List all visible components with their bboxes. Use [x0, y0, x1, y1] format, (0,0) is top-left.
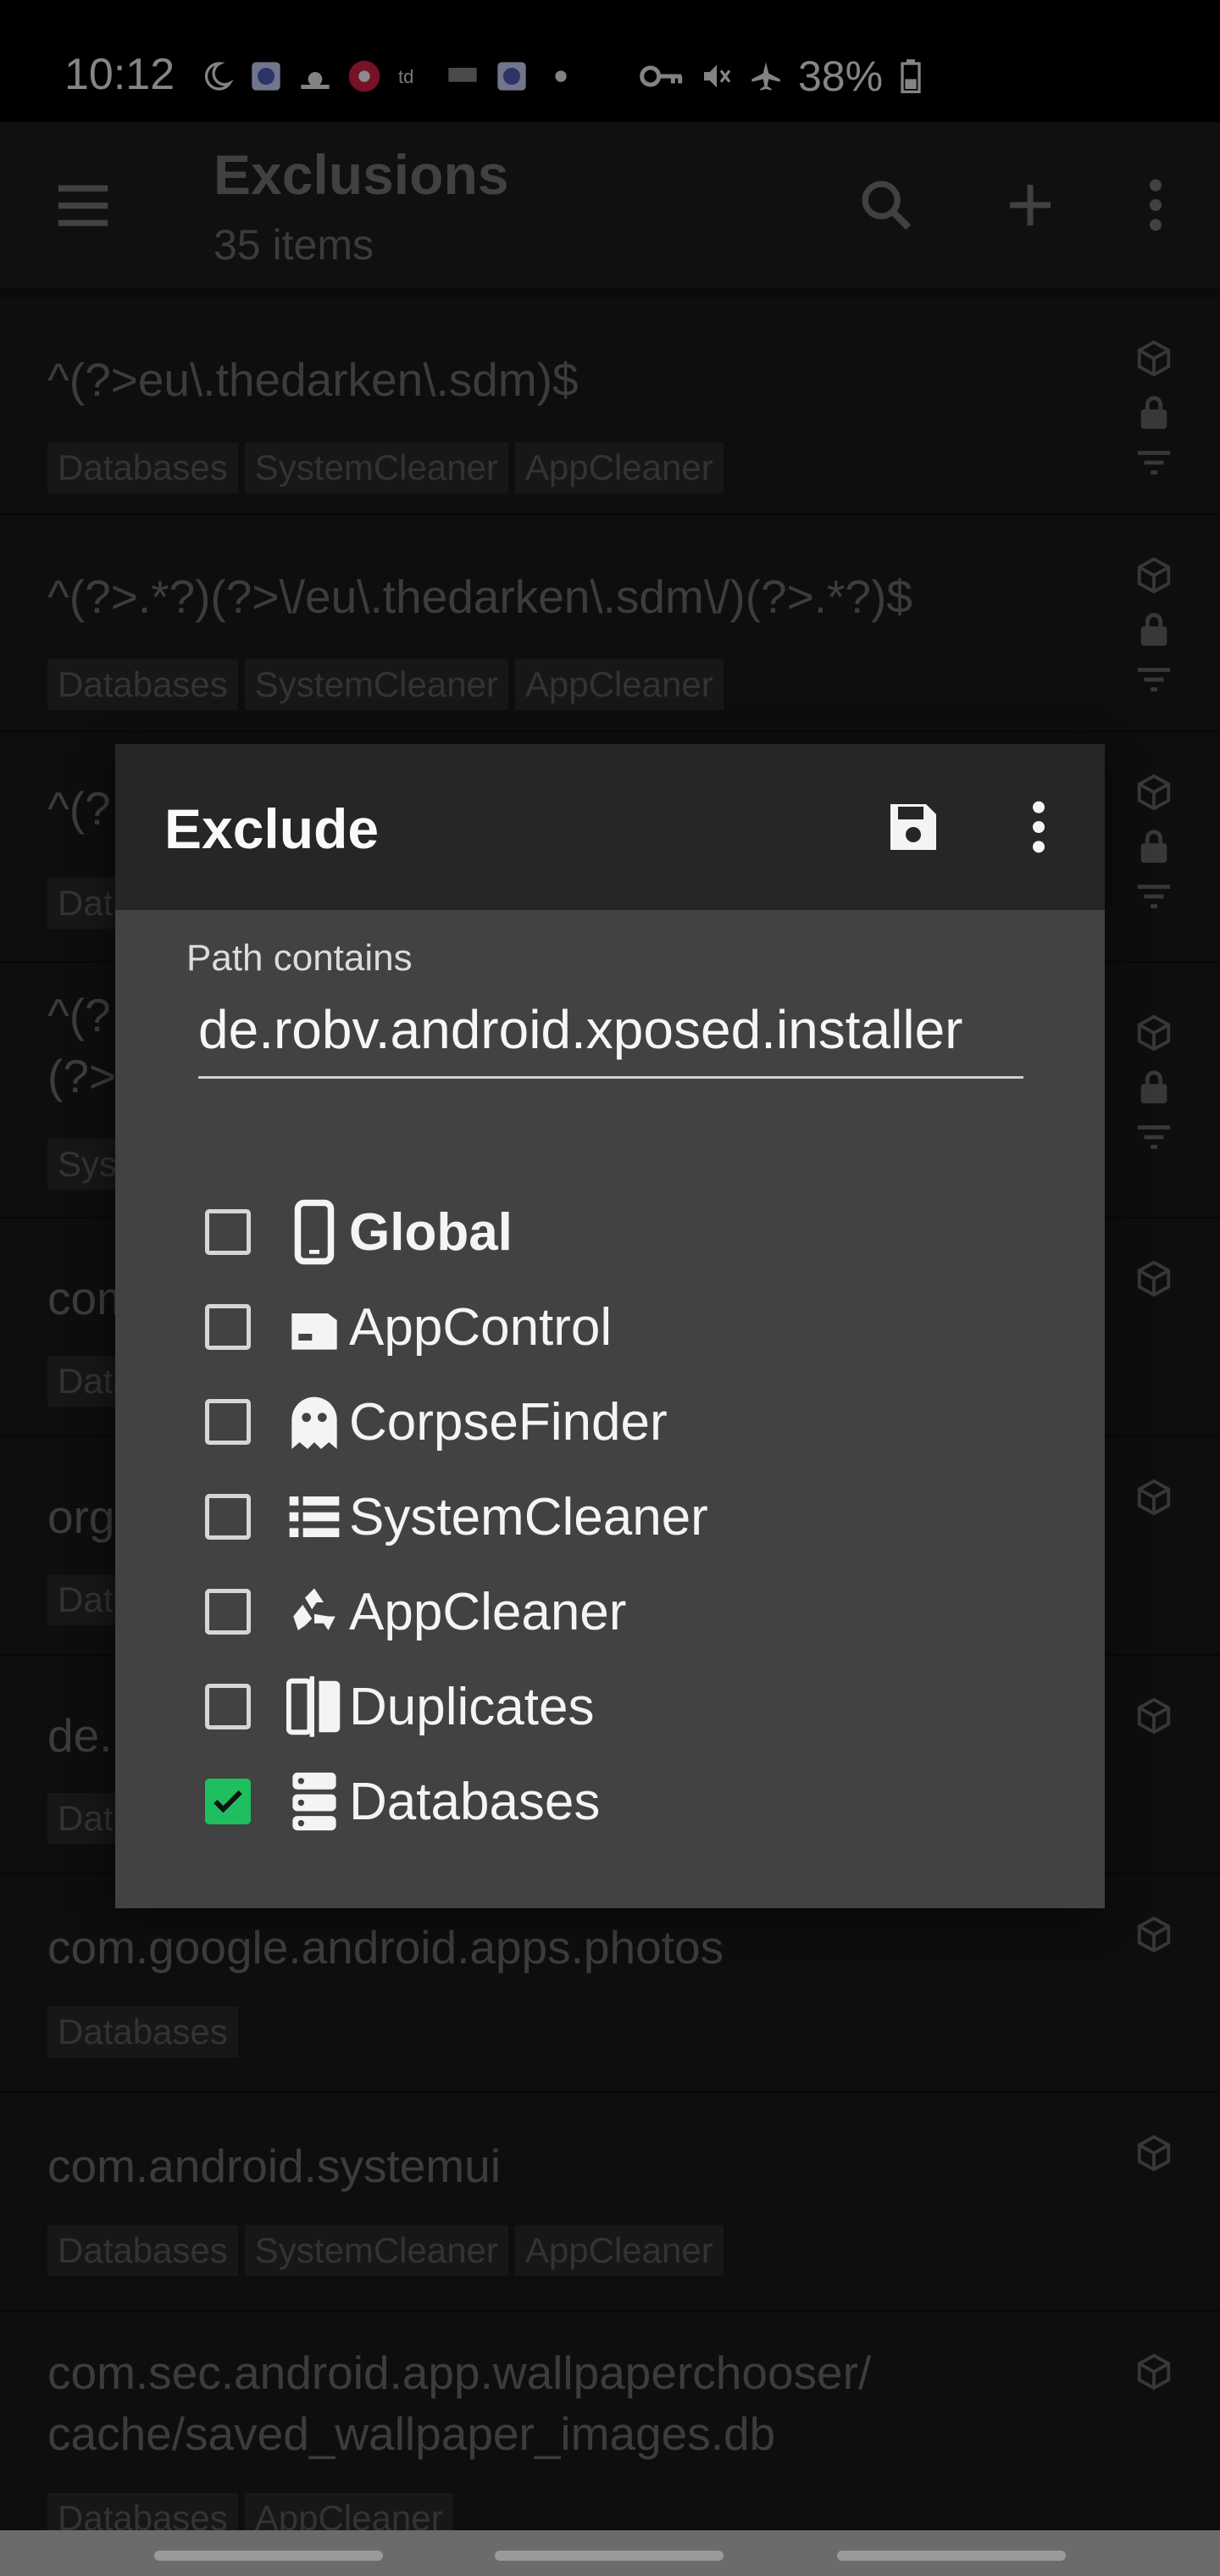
phone-icon [286, 1198, 342, 1266]
navigation-bar [0, 2530, 1220, 2576]
option-duplicates[interactable]: Duplicates [205, 1659, 708, 1754]
checkbox[interactable] [205, 1399, 251, 1445]
exclude-dialog: Exclude Path contains Global AppControl [115, 744, 1105, 1908]
dialog-title: Exclude [164, 797, 380, 860]
checkbox[interactable] [205, 1494, 251, 1540]
option-systemcleaner[interactable]: SystemCleaner [205, 1469, 708, 1564]
option-label: AppCleaner [349, 1582, 627, 1641]
list-icon [286, 1483, 342, 1551]
nav-handle-left[interactable] [154, 2551, 383, 2561]
check-icon [214, 1790, 242, 1813]
path-field-label: Path contains [186, 937, 413, 979]
option-appcleaner[interactable]: AppCleaner [205, 1564, 708, 1659]
ghost-icon [286, 1388, 342, 1456]
option-label: Global [349, 1202, 513, 1262]
option-corpsefinder[interactable]: CorpseFinder [205, 1374, 708, 1469]
app-control-icon [286, 1293, 342, 1361]
option-global[interactable]: Global [205, 1185, 708, 1280]
path-input[interactable] [198, 991, 1023, 1068]
more-vert-icon [1033, 801, 1045, 853]
checkbox[interactable] [205, 1589, 251, 1635]
option-appcontrol[interactable]: AppControl [205, 1280, 708, 1374]
checkbox-checked[interactable] [205, 1779, 251, 1824]
nav-handle-center[interactable] [495, 2551, 724, 2561]
save-button[interactable] [871, 785, 956, 869]
database-icon [286, 1768, 342, 1835]
option-label: Duplicates [349, 1677, 595, 1736]
dialog-overflow-button[interactable] [996, 785, 1081, 869]
tool-options: Global AppControl CorpseFinder SystemCle… [205, 1185, 708, 1849]
option-label: Databases [349, 1772, 601, 1831]
checkbox[interactable] [205, 1304, 251, 1350]
option-label: AppControl [349, 1297, 613, 1357]
duplicates-icon [286, 1673, 342, 1740]
option-label: CorpseFinder [349, 1392, 668, 1452]
checkbox[interactable] [205, 1209, 251, 1255]
option-databases[interactable]: Databases [205, 1754, 708, 1849]
checkbox[interactable] [205, 1684, 251, 1729]
path-field [198, 991, 1023, 1079]
option-label: SystemCleaner [349, 1487, 708, 1546]
dialog-header: Exclude [115, 744, 1105, 910]
recycle-icon [286, 1578, 342, 1646]
save-icon [890, 804, 936, 850]
nav-handle-right[interactable] [837, 2551, 1066, 2561]
